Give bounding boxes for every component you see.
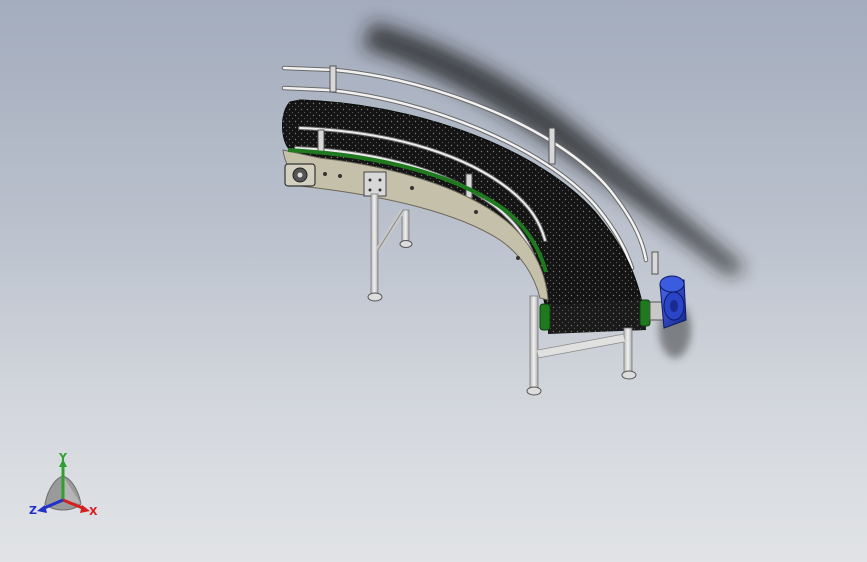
triad-x-label: X	[89, 505, 98, 518]
rail-bracket	[651, 251, 659, 275]
support-leg	[529, 295, 539, 391]
leg-foot	[526, 386, 542, 396]
coordinate-triad[interactable]	[37, 459, 90, 513]
support-leg	[401, 209, 410, 245]
cad-viewport[interactable]: Y X Z	[0, 0, 867, 562]
support-leg	[623, 327, 633, 375]
rail-bracket	[329, 65, 337, 93]
leg-foot	[367, 292, 383, 302]
drive-motor	[649, 275, 687, 329]
leg-foot	[621, 370, 637, 380]
leg-foot	[399, 240, 413, 248]
leg-mount-plate	[363, 171, 387, 197]
guide-bracket	[317, 129, 325, 153]
triad-z-label: Z	[29, 504, 37, 517]
support-leg	[370, 193, 379, 297]
conveyor-3d-model[interactable]	[0, 0, 867, 562]
triad-y-label: Y	[59, 451, 67, 464]
end-pulley	[539, 303, 551, 331]
rail-bracket	[548, 127, 556, 165]
